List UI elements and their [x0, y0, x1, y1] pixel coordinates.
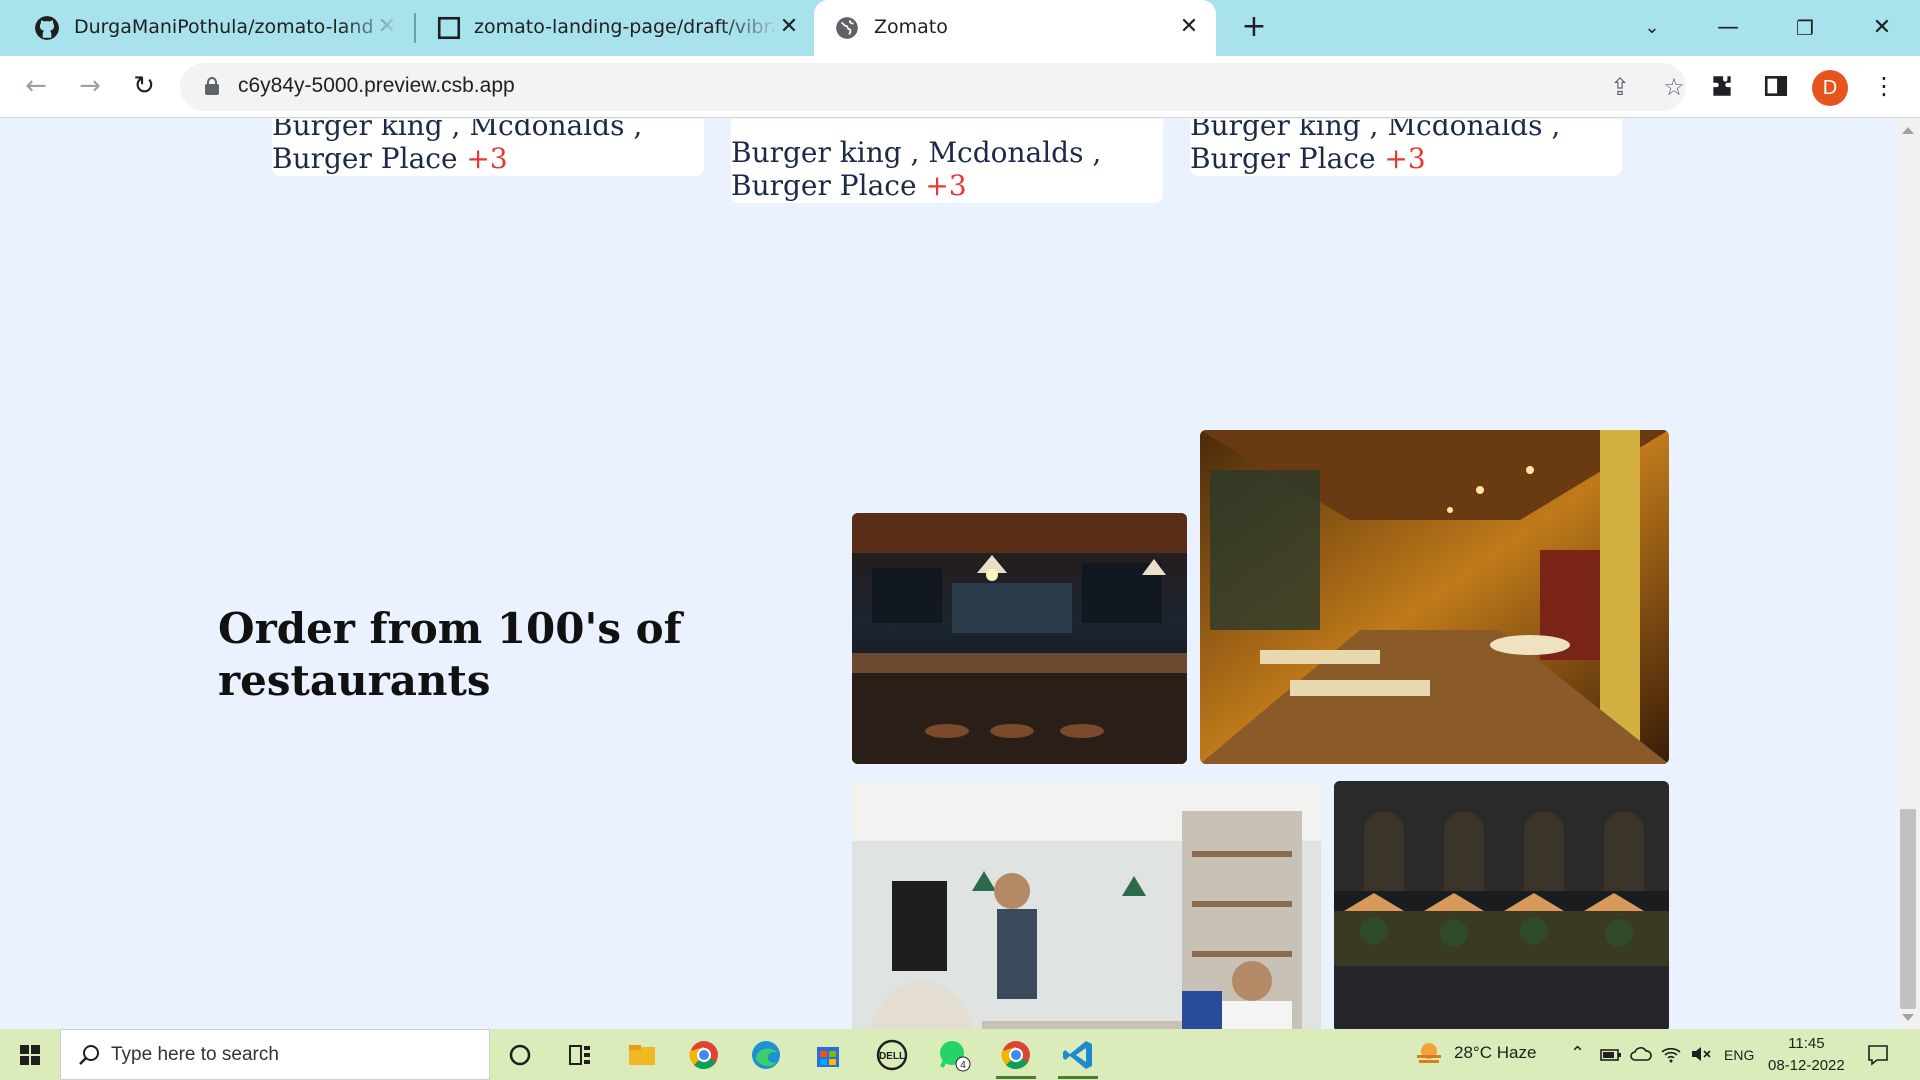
wifi-icon[interactable] — [1660, 1044, 1682, 1064]
chrome-active-icon[interactable] — [998, 1037, 1034, 1073]
codesandbox-icon — [437, 16, 461, 40]
address-bar[interactable]: c6y84y-5000.preview.csb.app ⇪ ☆ — [180, 63, 1686, 111]
lock-icon — [205, 77, 219, 95]
bookmark-star-icon[interactable]: ☆ — [1656, 69, 1692, 105]
tab-title-fade — [720, 0, 780, 56]
restaurant-card[interactable]: Burger king , Mcdonalds , Burger Place +3 — [731, 119, 1163, 203]
windows-taskbar: Type here to search DELL 4 28°C Haze ⌃ E… — [0, 1029, 1920, 1080]
card-line: Burger king , Mcdonalds , — [272, 119, 643, 142]
card-text: Burger king , Mcdonalds , Burger Place +3 — [731, 136, 1101, 202]
scroll-down-arrow-icon[interactable] — [1902, 1014, 1914, 1021]
windows-start-icon[interactable] — [10, 1041, 50, 1069]
tab-search-chevron-down-icon[interactable]: ⌄ — [1632, 8, 1672, 48]
whatsapp-badge: 4 — [960, 1060, 966, 1071]
close-tab-icon[interactable]: ✕ — [1174, 12, 1204, 42]
active-app-indicator — [996, 1076, 1036, 1079]
reload-icon[interactable]: ↻ — [124, 66, 164, 106]
card-line: Burger king , Mcdonalds , — [1190, 119, 1561, 142]
card-line: Burger Place — [731, 169, 917, 202]
clock-date: 08-12-2022 — [1768, 1057, 1845, 1074]
more-count: +3 — [1384, 142, 1426, 175]
outdoor-dining-photo — [1334, 781, 1669, 1029]
card-line: Burger Place — [272, 142, 458, 175]
search-icon — [79, 1045, 99, 1065]
restaurant-card[interactable]: Burger king , Mcdonalds , Burger Place +3 — [272, 119, 704, 176]
bar-counter-photo — [852, 513, 1187, 764]
cortana-icon[interactable] — [502, 1037, 538, 1073]
clock-time: 11:45 — [1788, 1035, 1825, 1052]
more-count: +3 — [925, 169, 967, 202]
vscode-icon[interactable] — [1060, 1037, 1096, 1073]
microsoft-store-icon[interactable] — [810, 1037, 846, 1073]
card-text: Burger king , Mcdonalds , Burger Place +3 — [1190, 119, 1560, 175]
restaurant-interior-photo — [1200, 430, 1669, 764]
side-panel-icon[interactable] — [1758, 68, 1794, 104]
weather-text[interactable]: 28°C Haze — [1454, 1043, 1536, 1063]
globe-icon — [836, 17, 858, 39]
taskbar-clock[interactable]: 11:45 08-12-2022 — [1768, 1033, 1845, 1077]
weather-haze-icon[interactable] — [1414, 1039, 1444, 1069]
tab-title: Zomato — [874, 16, 948, 38]
url-text[interactable]: c6y84y-5000.preview.csb.app — [238, 74, 515, 98]
browser-toolbar: ← → ↻ c6y84y-5000.preview.csb.app ⇪ ☆ D … — [0, 56, 1920, 118]
vertical-scrollbar[interactable] — [1896, 119, 1920, 1029]
new-tab-button[interactable]: + — [1236, 10, 1272, 46]
github-icon — [35, 16, 59, 40]
taskbar-search-box[interactable]: Type here to search — [60, 1029, 490, 1080]
battery-icon[interactable] — [1600, 1046, 1622, 1064]
minimize-button[interactable]: — — [1708, 8, 1748, 48]
back-arrow-icon[interactable]: ← — [16, 66, 56, 106]
busy-cafe-photo — [852, 781, 1321, 1029]
search-placeholder: Type here to search — [111, 1044, 279, 1065]
onedrive-cloud-icon[interactable] — [1630, 1044, 1652, 1064]
forward-arrow-icon[interactable]: → — [70, 66, 110, 106]
scrollbar-thumb[interactable] — [1900, 809, 1916, 1009]
tab-title: DurgaManiPothula/zomato-landi — [74, 16, 374, 38]
volume-muted-icon[interactable] — [1690, 1044, 1712, 1064]
file-explorer-icon[interactable] — [624, 1037, 660, 1073]
extensions-puzzle-icon[interactable] — [1704, 68, 1740, 104]
tab-title-fade — [340, 0, 400, 56]
restaurant-card[interactable]: Burger king , Mcdonalds , Burger Place +3 — [1190, 119, 1622, 176]
more-count: +3 — [466, 142, 508, 175]
whatsapp-icon[interactable]: 4 — [936, 1037, 972, 1073]
chrome-icon[interactable] — [686, 1037, 722, 1073]
restore-button[interactable]: ❐ — [1785, 8, 1825, 48]
active-app-indicator — [1058, 1076, 1098, 1079]
card-line: Burger king , Mcdonalds , — [731, 136, 1102, 169]
tab-zomato[interactable]: Zomato ✕ — [814, 0, 1216, 56]
more-menu-icon[interactable]: ⋮ — [1866, 68, 1902, 104]
task-view-icon[interactable] — [562, 1037, 598, 1073]
profile-avatar[interactable]: D — [1812, 70, 1848, 106]
card-text: Burger king , Mcdonalds , Burger Place +3 — [272, 119, 642, 175]
edge-icon[interactable] — [748, 1037, 784, 1073]
dell-icon[interactable]: DELL — [874, 1037, 910, 1073]
svg-text:DELL: DELL — [879, 1051, 905, 1062]
show-hidden-icons-chevron-up-icon[interactable]: ⌃ — [1570, 1043, 1585, 1064]
page-viewport: Burger king , Mcdonalds , Burger Place +3… — [0, 119, 1896, 1029]
close-window-button[interactable]: ✕ — [1862, 8, 1902, 48]
notifications-icon[interactable] — [1866, 1043, 1890, 1067]
section-heading: Order from 100's of restaurants — [218, 604, 682, 705]
card-line: Burger Place — [1190, 142, 1376, 175]
scroll-up-arrow-icon[interactable] — [1902, 127, 1914, 134]
language-indicator[interactable]: ENG — [1724, 1047, 1754, 1063]
share-icon[interactable]: ⇪ — [1602, 69, 1638, 105]
browser-tab-strip: DurgaManiPothula/zomato-landi ✕ zomato-l… — [0, 0, 1920, 56]
